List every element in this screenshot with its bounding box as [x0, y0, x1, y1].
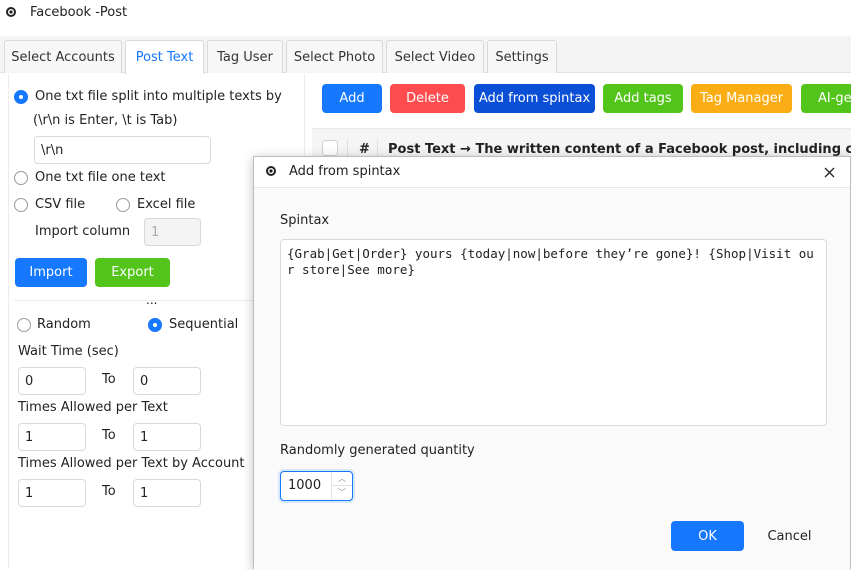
- chevron-down-icon[interactable]: ﹀: [332, 486, 352, 500]
- random-label: Random: [37, 317, 91, 332]
- ai-generate-button[interactable]: AI-ge: [801, 84, 851, 113]
- times-by-account-label: Times Allowed per Text by Account: [18, 456, 245, 471]
- quantity-stepper[interactable]: 1000 ︿ ﹀: [280, 471, 353, 501]
- times-from-input[interactable]: 1: [18, 423, 86, 451]
- column-divider: [347, 140, 348, 156]
- acct-to-label: To: [102, 484, 116, 499]
- import-button[interactable]: Import: [15, 258, 87, 287]
- tab-post-text[interactable]: Post Text: [125, 40, 204, 74]
- tab-bar: Select Accounts Post Text Tag User Selec…: [0, 36, 851, 74]
- split-file-label: One txt file split into multiple texts b…: [35, 89, 282, 104]
- app-icon: [266, 166, 276, 176]
- import-column-input: 1: [144, 218, 201, 246]
- wait-from-input[interactable]: 0: [18, 367, 86, 395]
- column-post-text-header: Post Text → The written content of a Fac…: [388, 142, 851, 157]
- divider-ellipsis: ...: [146, 293, 158, 307]
- acct-from-input[interactable]: 1: [18, 479, 86, 507]
- spintax-textarea[interactable]: {Grab|Get|Order} yours {today|now|before…: [280, 239, 827, 426]
- column-index-header: #: [359, 142, 370, 157]
- tab-tag-user[interactable]: Tag User: [207, 40, 283, 73]
- tab-settings[interactable]: Settings: [487, 40, 557, 73]
- title-bar: Facebook -Post: [0, 0, 851, 28]
- delete-button[interactable]: Delete: [390, 84, 465, 113]
- times-to-input[interactable]: 1: [133, 423, 201, 451]
- csv-label: CSV file: [35, 197, 86, 212]
- ok-button[interactable]: OK: [671, 521, 744, 551]
- quantity-label: Randomly generated quantity: [280, 443, 475, 458]
- excel-label: Excel file: [137, 197, 196, 212]
- chevron-up-icon[interactable]: ︿: [332, 472, 352, 486]
- close-icon[interactable]: [824, 167, 835, 178]
- add-from-spintax-dialog: Add from spintax Spintax Randomly genera…: [253, 156, 851, 570]
- split-file-hint: (\r\n is Enter, \t is Tab): [33, 113, 178, 128]
- wait-to-label: To: [102, 372, 116, 387]
- column-divider: [377, 140, 378, 156]
- tab-select-accounts[interactable]: Select Accounts: [4, 40, 122, 73]
- separator-input[interactable]: \r\n: [34, 136, 211, 164]
- dialog-title-bar: Add from spintax: [254, 157, 850, 188]
- quantity-value: 1000: [288, 478, 322, 493]
- radio-one-text[interactable]: [14, 171, 28, 185]
- times-allowed-label: Times Allowed per Text: [18, 400, 168, 415]
- sequential-label: Sequential: [169, 317, 239, 332]
- tab-select-photo[interactable]: Select Photo: [286, 40, 383, 73]
- times-to-label: To: [102, 428, 116, 443]
- one-text-label: One txt file one text: [35, 170, 166, 185]
- wait-time-label: Wait Time (sec): [18, 344, 119, 359]
- import-column-label: Import column: [35, 224, 131, 239]
- tab-select-video[interactable]: Select Video: [386, 40, 484, 73]
- wait-to-input[interactable]: 0: [133, 367, 201, 395]
- spintax-label: Spintax: [280, 213, 330, 228]
- add-tags-button[interactable]: Add tags: [603, 84, 683, 113]
- radio-excel[interactable]: [116, 198, 130, 212]
- radio-random[interactable]: [17, 318, 31, 332]
- window-title: Facebook -Post: [30, 5, 128, 20]
- dialog-title: Add from spintax: [289, 164, 401, 179]
- radio-sequential[interactable]: [148, 318, 162, 332]
- add-from-spintax-button[interactable]: Add from spintax: [474, 84, 595, 113]
- add-button[interactable]: Add: [322, 84, 382, 113]
- stepper-arrows: ︿ ﹀: [331, 472, 352, 500]
- acct-to-input[interactable]: 1: [133, 479, 201, 507]
- radio-split-file[interactable]: [14, 90, 28, 104]
- export-button[interactable]: Export: [95, 258, 170, 287]
- tag-manager-button[interactable]: Tag Manager: [691, 84, 792, 113]
- app-icon: [6, 7, 16, 17]
- radio-csv[interactable]: [14, 198, 28, 212]
- cancel-button[interactable]: Cancel: [753, 521, 826, 551]
- select-all-checkbox[interactable]: [322, 140, 338, 156]
